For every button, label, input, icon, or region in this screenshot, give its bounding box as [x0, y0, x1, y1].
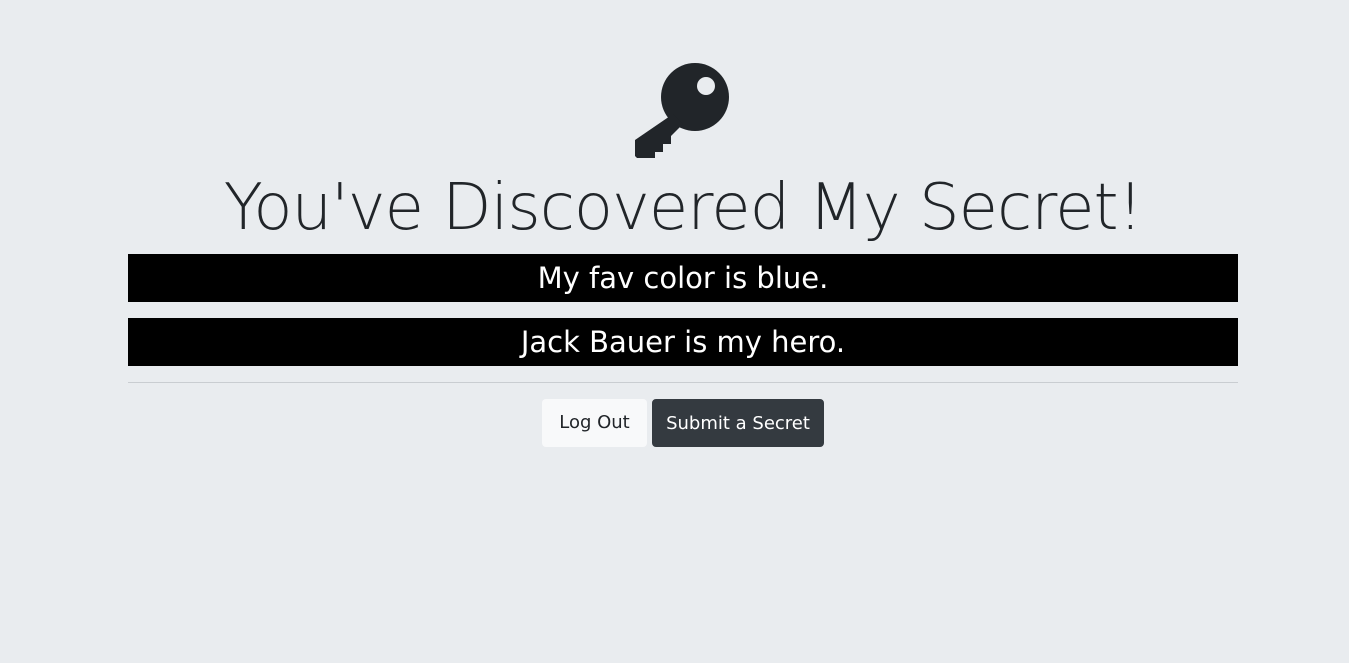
submit-secret-button[interactable]: Submit a Secret: [652, 399, 824, 447]
divider: [128, 382, 1238, 383]
key-icon: [633, 62, 733, 162]
secret-item: Jack Bauer is my hero.: [128, 318, 1238, 366]
jumbotron: You've Discovered My Secret! My fav colo…: [0, 0, 1349, 663]
page-title: You've Discovered My Secret!: [223, 171, 1143, 245]
secret-item: My fav color is blue.: [128, 254, 1238, 302]
log-out-button[interactable]: Log Out: [542, 399, 647, 447]
